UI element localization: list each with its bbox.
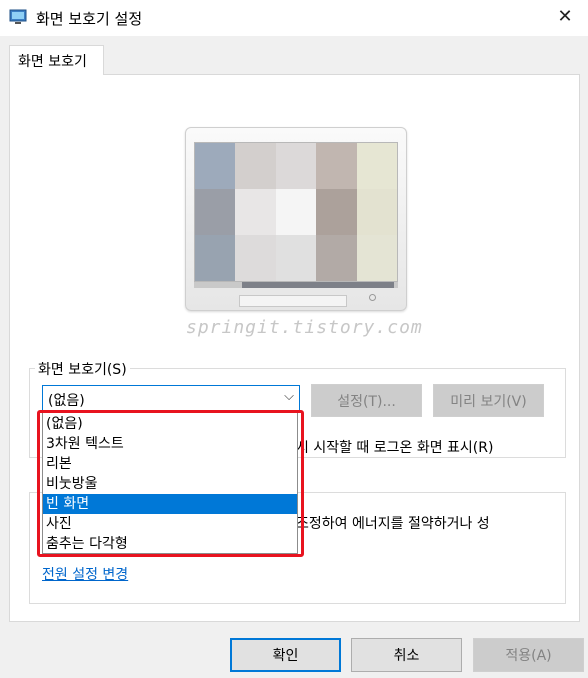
- preview-tile: [356, 235, 397, 281]
- preview-tile: [316, 189, 357, 235]
- settings-button[interactable]: 설정(T)...: [311, 384, 422, 417]
- annotation-highlight-box: [37, 410, 304, 557]
- preview-tile: [356, 143, 397, 189]
- tab-screensaver[interactable]: 화면 보호기: [9, 45, 104, 75]
- preview-tile: [316, 143, 357, 189]
- change-power-settings-link[interactable]: 전원 설정 변경: [42, 564, 128, 584]
- preview-tile: [356, 189, 397, 235]
- preview-tile: [275, 235, 317, 281]
- preview-tile: [275, 189, 317, 235]
- display-settings-icon: [9, 9, 27, 24]
- screensaver-select-value: (없음): [48, 393, 85, 409]
- cancel-button[interactable]: 취소: [351, 638, 462, 672]
- preview-tile: [316, 235, 357, 281]
- close-button[interactable]: ✕: [542, 0, 588, 36]
- preview-tile: [235, 143, 276, 189]
- watermark: springit.tistory.com: [186, 317, 423, 338]
- screensaver-group-label: 화면 보호기(S): [35, 359, 130, 379]
- screen-taskbar: [242, 282, 394, 288]
- ok-button[interactable]: 확인: [230, 638, 341, 672]
- close-icon: ✕: [557, 6, 573, 27]
- preview-screen: [194, 142, 398, 282]
- screensaver-select[interactable]: (없음) ⌵: [42, 385, 300, 412]
- preview-tile: [195, 189, 236, 235]
- preview-button[interactable]: 미리 보기(V): [433, 384, 544, 417]
- chevron-down-icon: ⌵: [284, 389, 294, 404]
- preview-tile: [195, 143, 236, 189]
- monitor-preview: [185, 127, 407, 311]
- preview-tile: [195, 235, 236, 281]
- power-led-icon: [369, 294, 376, 301]
- resume-logon-label: 시 시작할 때 로그온 화면 표시(R): [296, 440, 494, 456]
- window-title: 화면 보호기 설정: [36, 10, 143, 28]
- preview-tile: [235, 235, 276, 281]
- power-description: 조정하여 에너지를 절약하거나 성: [296, 516, 490, 532]
- preview-tile: [275, 143, 317, 189]
- title-bar: 화면 보호기 설정 ✕: [0, 0, 588, 36]
- preview-tile: [235, 189, 276, 235]
- monitor-base: [239, 295, 347, 307]
- apply-button[interactable]: 적용(A): [473, 638, 584, 672]
